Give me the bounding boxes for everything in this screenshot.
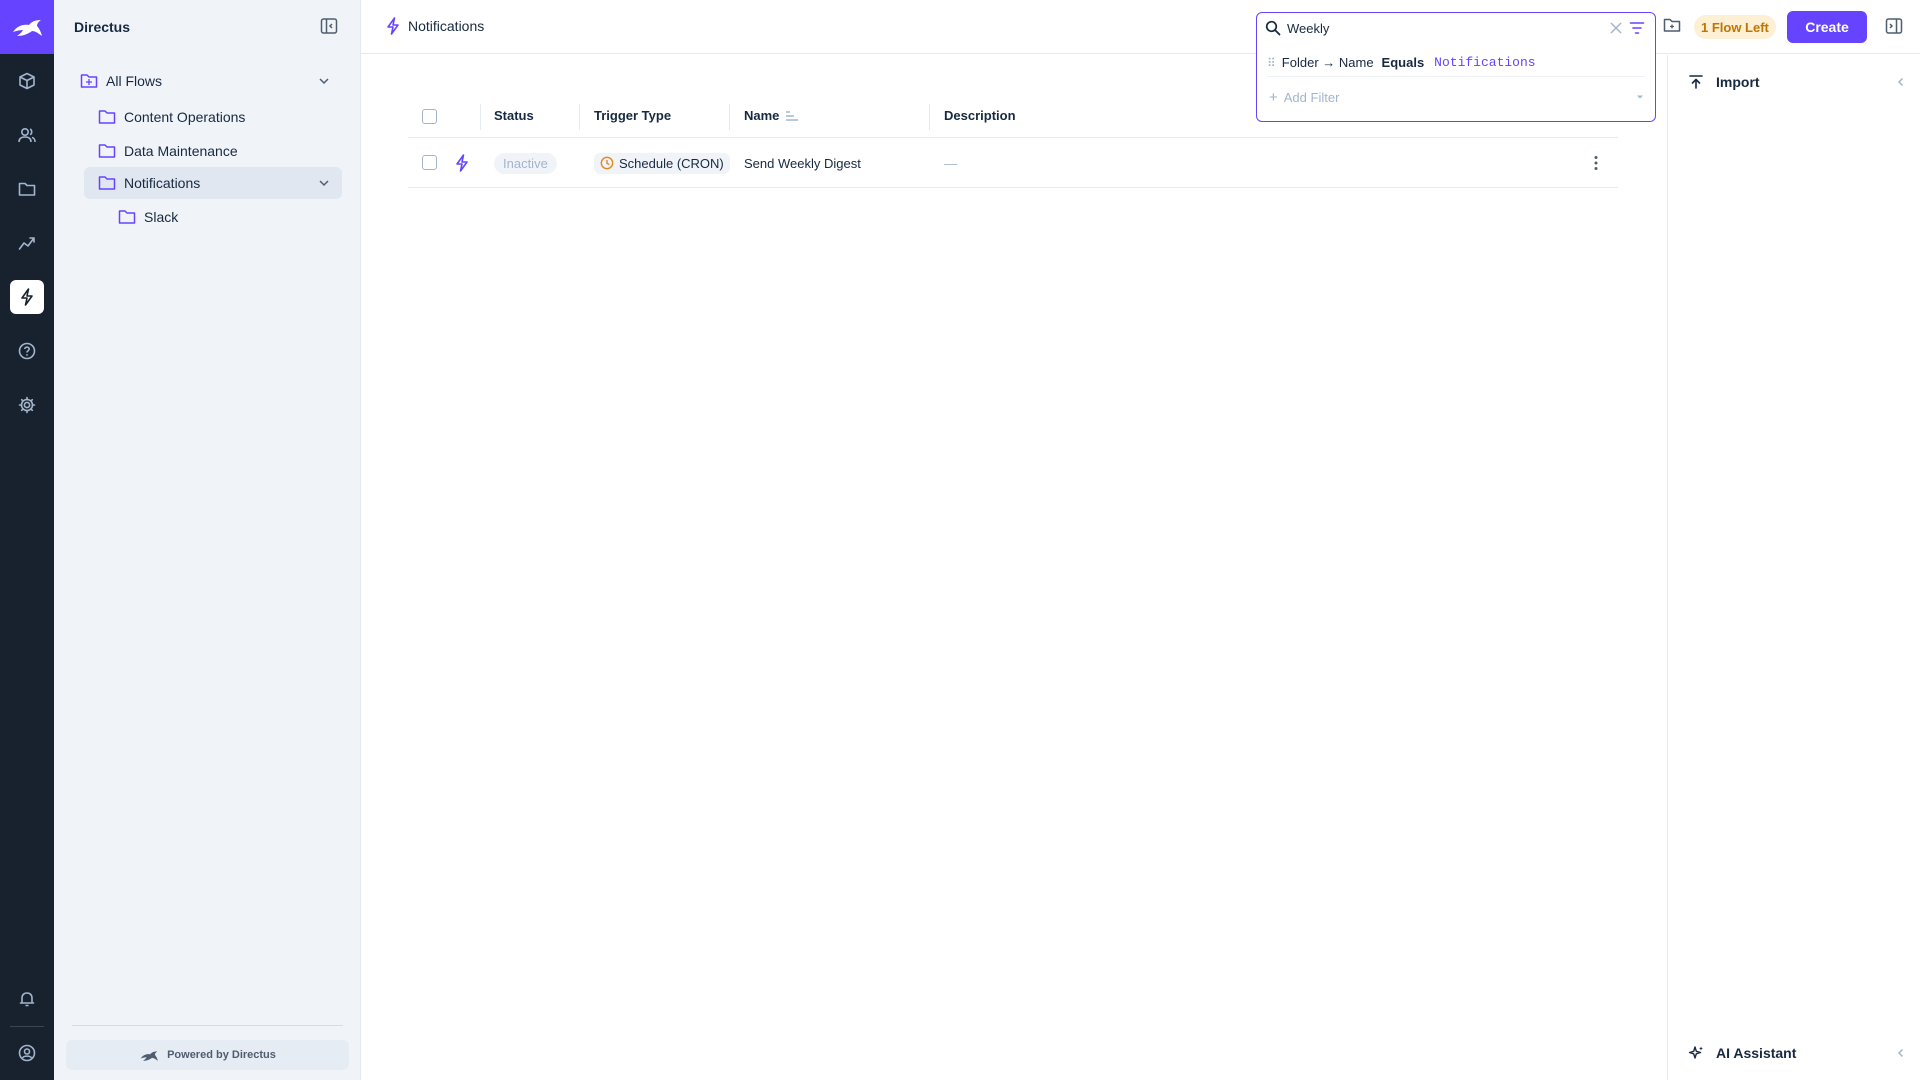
tree-item-label: Content Operations bbox=[124, 109, 246, 125]
page-header: Notifications 1 Flow Left Create bbox=[361, 0, 1920, 54]
chevron-left-icon[interactable] bbox=[1894, 75, 1908, 89]
filter-value[interactable]: Notifications bbox=[1434, 55, 1535, 70]
rail-divider bbox=[10, 1026, 44, 1027]
tree-item-all-flows[interactable]: All Flows bbox=[72, 65, 342, 97]
folder-open-icon bbox=[80, 74, 98, 88]
column-header-name[interactable]: Name bbox=[744, 108, 799, 123]
flows-icon bbox=[456, 154, 468, 172]
trigger-type-cell: Schedule (CRON) bbox=[594, 138, 730, 188]
chevron-down-icon[interactable] bbox=[316, 73, 332, 89]
search-icon bbox=[1265, 20, 1281, 36]
files-icon[interactable] bbox=[10, 172, 44, 206]
filter-rule[interactable]: ⠿ Folder → Name Equals Notifications bbox=[1267, 49, 1645, 77]
help-icon[interactable] bbox=[10, 334, 44, 368]
column-divider bbox=[929, 104, 930, 130]
search-bar bbox=[1257, 13, 1655, 43]
import-icon bbox=[1689, 75, 1703, 89]
folder-icon bbox=[98, 110, 116, 124]
clock-icon bbox=[600, 156, 614, 170]
folder-icon bbox=[98, 176, 116, 190]
rabbit-logo-icon bbox=[140, 1050, 158, 1061]
tree-item-label: All Flows bbox=[106, 73, 163, 89]
users-icon[interactable] bbox=[10, 118, 44, 152]
more-options-icon[interactable] bbox=[1594, 138, 1598, 188]
trigger-type-label: Schedule (CRON) bbox=[619, 155, 724, 171]
tree-item-data-maintenance[interactable]: Data Maintenance bbox=[92, 135, 342, 167]
flows-icon[interactable] bbox=[10, 280, 44, 314]
navigation-pane: Directus All Flows Content Operations Da… bbox=[54, 0, 361, 1080]
filter-icon[interactable] bbox=[1629, 20, 1645, 36]
tree-item-notifications[interactable]: Notifications bbox=[84, 167, 342, 199]
name-cell: Send Weekly Digest bbox=[744, 155, 861, 171]
import-label: Import bbox=[1716, 74, 1760, 90]
import-section[interactable]: Import bbox=[1688, 70, 1908, 94]
column-header-trigger-type[interactable]: Trigger Type bbox=[594, 108, 671, 123]
column-header-name-label: Name bbox=[744, 108, 780, 123]
right-sidebar: Import AI Assistant bbox=[1667, 55, 1920, 1080]
status-cell: Inactive bbox=[494, 138, 557, 188]
column-header-description[interactable]: Description bbox=[944, 108, 1016, 123]
powered-by-link[interactable]: Powered by Directus bbox=[66, 1040, 349, 1070]
user-icon[interactable] bbox=[10, 1036, 44, 1070]
table-row[interactable]: Inactive Schedule (CRON) Send Weekly Dig… bbox=[408, 138, 1618, 188]
chevron-down-icon[interactable] bbox=[316, 175, 332, 191]
filter-field[interactable]: Folder → Name bbox=[1282, 55, 1374, 70]
column-divider bbox=[579, 104, 580, 130]
select-all-checkbox[interactable] bbox=[422, 109, 437, 124]
description-cell: — bbox=[944, 155, 957, 171]
ai-assistant-section[interactable]: AI Assistant bbox=[1688, 1041, 1908, 1065]
column-header-status[interactable]: Status bbox=[494, 108, 534, 123]
trigger-type-badge: Schedule (CRON) bbox=[594, 152, 730, 174]
insights-icon[interactable] bbox=[10, 226, 44, 260]
project-name: Directus bbox=[74, 19, 131, 35]
column-divider bbox=[729, 104, 730, 130]
content-icon[interactable] bbox=[10, 64, 44, 98]
toggle-sidebar-icon[interactable] bbox=[1885, 17, 1903, 35]
drag-handle-icon[interactable]: ⠿ bbox=[1267, 56, 1276, 70]
chevron-left-icon[interactable] bbox=[1894, 1046, 1908, 1060]
powered-by-label: Powered by Directus bbox=[167, 1049, 276, 1061]
filter-operator[interactable]: Equals bbox=[1382, 55, 1425, 70]
sort-icon[interactable] bbox=[785, 110, 799, 122]
status-badge: Inactive bbox=[494, 152, 557, 174]
ai-assistant-label: AI Assistant bbox=[1716, 1045, 1797, 1061]
tree-item-content-operations[interactable]: Content Operations bbox=[92, 101, 342, 133]
tree-item-label: Slack bbox=[144, 209, 179, 225]
close-icon[interactable] bbox=[1609, 21, 1623, 35]
table-header: Status Trigger Type Name Description bbox=[408, 96, 1618, 138]
rabbit-logo-icon bbox=[13, 20, 42, 36]
tree-item-label: Data Maintenance bbox=[124, 143, 238, 159]
flows-left-badge[interactable]: 1 Flow Left bbox=[1694, 15, 1776, 39]
folder-add-icon[interactable] bbox=[1663, 17, 1681, 33]
folder-icon bbox=[98, 144, 116, 158]
flows-icon bbox=[387, 17, 399, 35]
caret-down-icon[interactable] bbox=[1635, 92, 1645, 102]
directus-logo[interactable] bbox=[0, 0, 54, 54]
settings-icon[interactable] bbox=[10, 388, 44, 422]
tree-item-slack[interactable]: Slack bbox=[112, 201, 342, 233]
collapse-nav-icon[interactable] bbox=[320, 17, 340, 37]
folder-icon bbox=[118, 210, 136, 224]
nav-divider bbox=[72, 1025, 343, 1026]
search-input[interactable] bbox=[1287, 17, 1587, 39]
page-title: Notifications bbox=[386, 17, 484, 35]
flow-trigger-icon bbox=[455, 138, 469, 188]
row-checkbox[interactable] bbox=[422, 155, 437, 170]
notifications-icon[interactable] bbox=[10, 982, 44, 1016]
page-title-label: Notifications bbox=[408, 18, 485, 34]
sparkle-icon bbox=[1688, 1046, 1703, 1059]
create-button[interactable]: Create bbox=[1787, 11, 1867, 43]
nav-header: Directus bbox=[54, 0, 361, 54]
column-divider bbox=[480, 104, 481, 130]
tree-item-label: Notifications bbox=[124, 175, 201, 191]
module-rail bbox=[0, 0, 54, 1080]
